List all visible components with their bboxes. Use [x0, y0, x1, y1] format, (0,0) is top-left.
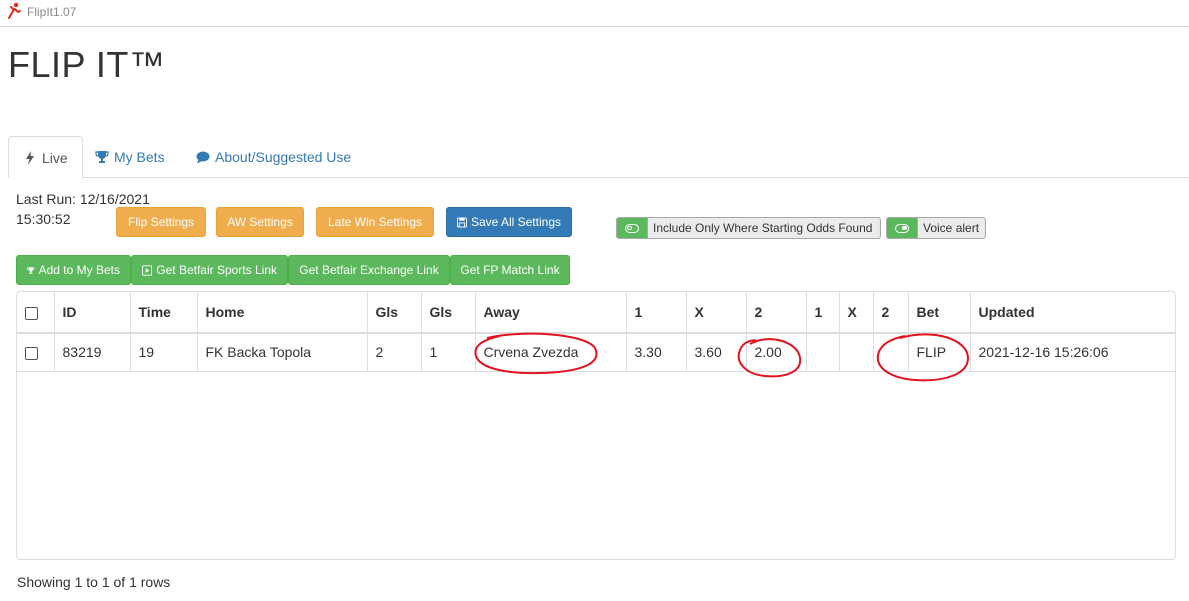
- pagination-info: Showing 1 to 1 of 1 rows: [17, 574, 171, 590]
- table-cell: 1: [420, 333, 475, 372]
- table-cell: FK Backa Topola: [196, 333, 367, 372]
- window-titlebar: FlipIt1.07: [0, 0, 1189, 27]
- tab-live[interactable]: Live: [8, 136, 83, 179]
- table-cell: 2: [366, 333, 421, 372]
- table-cell: 3.30: [625, 333, 686, 372]
- column-header[interactable]: X: [685, 292, 746, 334]
- table-cell: 83219: [53, 333, 130, 372]
- column-header[interactable]: 2: [872, 292, 908, 334]
- last-run-date: Last Run: 12/16/2021: [16, 191, 150, 207]
- play-square-icon: [142, 264, 153, 276]
- column-header[interactable]: Updated: [969, 292, 1175, 334]
- tab-about[interactable]: About/Suggested Use: [181, 136, 366, 178]
- tab-my-bets[interactable]: My Bets: [80, 136, 180, 178]
- table-cell: [838, 333, 873, 372]
- column-header[interactable]: ID: [53, 292, 130, 334]
- voice-alert-toggle-label: Voice alert: [917, 218, 985, 238]
- starting-odds-toggle[interactable]: Include Only Where Starting Odds Found: [616, 217, 881, 239]
- aw-settings-button[interactable]: AW Settings: [216, 207, 304, 237]
- column-header[interactable]: Bet: [907, 292, 970, 334]
- table-cell: 19: [129, 333, 197, 372]
- table-cell: 2.00: [745, 333, 806, 372]
- table-cell: 3.60: [685, 333, 746, 372]
- starting-odds-toggle-label: Include Only Where Starting Odds Found: [647, 218, 878, 238]
- save-icon: [457, 217, 467, 227]
- get-fp-match-link-button[interactable]: Get FP Match Link: [450, 255, 570, 285]
- select-all-checkbox[interactable]: [25, 306, 38, 320]
- column-header[interactable]: X: [838, 292, 873, 334]
- column-header[interactable]: Time: [129, 292, 197, 334]
- table-cell: [872, 333, 908, 372]
- window-title: FlipIt1.07: [27, 5, 77, 19]
- bolt-icon: [23, 150, 37, 165]
- column-header[interactable]: Away: [474, 292, 626, 334]
- app-logo-icon: [8, 2, 21, 19]
- save-all-settings-label: Save All Settings: [470, 215, 561, 229]
- trophy-icon: [27, 266, 35, 274]
- column-header[interactable]: Home: [196, 292, 367, 334]
- get-betfair-exchange-link-button[interactable]: Get Betfair Exchange Link: [288, 255, 450, 285]
- flip-settings-button[interactable]: Flip Settings: [116, 207, 206, 237]
- tab-live-label: Live: [42, 149, 68, 166]
- row-checkbox-cell: [17, 333, 54, 372]
- nav-tabs: Live My Bets About/Suggested Use: [8, 136, 1189, 179]
- voice-alert-toggle[interactable]: Voice alert: [886, 217, 986, 239]
- column-header[interactable]: 1: [625, 292, 686, 334]
- tab-my-bets-label: My Bets: [114, 149, 165, 165]
- column-header[interactable]: Gls: [366, 292, 421, 334]
- trophy-icon: [95, 150, 109, 164]
- table-cell: FLIP: [907, 333, 970, 372]
- add-to-my-bets-label: Add to My Bets: [38, 263, 120, 277]
- add-to-my-bets-button[interactable]: Add to My Bets: [16, 255, 131, 285]
- late-win-settings-button[interactable]: Late Win Settings: [316, 207, 434, 237]
- column-header[interactable]: 2: [745, 292, 806, 334]
- table-header-row: ID Time Home Gls Gls Away 1 X 2 1 X 2 Be…: [17, 292, 1175, 334]
- comment-icon: [196, 150, 210, 164]
- toggle-on-icon: [887, 218, 917, 238]
- table-cell: [805, 333, 839, 372]
- get-betfair-sports-link-button[interactable]: Get Betfair Sports Link: [131, 255, 288, 285]
- table-cell: Crvena Zvezda: [474, 333, 626, 372]
- column-header[interactable]: Gls: [420, 292, 475, 334]
- get-betfair-sports-link-label: Get Betfair Sports Link: [156, 263, 277, 277]
- tab-about-label: About/Suggested Use: [215, 149, 352, 165]
- table-row[interactable]: 83219 19 FK Backa Topola 2 1 Crvena Zvez…: [17, 333, 1175, 372]
- row-checkbox[interactable]: [25, 347, 38, 361]
- table-cell: 2021-12-16 15:26:06: [969, 333, 1175, 372]
- column-header[interactable]: 1: [805, 292, 839, 334]
- page-title: FLIP IT™: [8, 44, 166, 85]
- toggle-off-icon: [617, 218, 647, 238]
- bets-table: ID Time Home Gls Gls Away 1 X 2 1 X 2 Be…: [16, 291, 1176, 560]
- save-all-settings-button[interactable]: Save All Settings: [446, 207, 572, 237]
- select-all-checkbox-cell: [17, 292, 54, 334]
